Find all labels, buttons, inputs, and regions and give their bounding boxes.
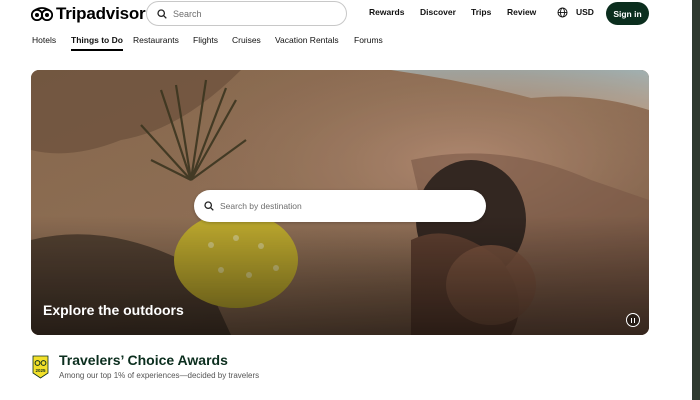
- nav-review[interactable]: Review: [507, 7, 536, 17]
- hero-banner: Explore the outdoors: [31, 70, 649, 335]
- tab-things-to-do[interactable]: Things to Do: [71, 35, 123, 51]
- awards-title: Travelers’ Choice Awards: [59, 352, 228, 368]
- search-icon: [157, 8, 167, 19]
- travelers-choice-badge-icon: 2025: [32, 355, 49, 379]
- tab-hotels[interactable]: Hotels: [32, 35, 56, 45]
- sign-in-button[interactable]: Sign in: [606, 2, 649, 25]
- nav-trips[interactable]: Trips: [471, 7, 491, 17]
- search-icon: [204, 201, 214, 211]
- logo-text: Tripadvisor: [56, 4, 146, 23]
- page: Tripadvisor Rewards Discover Trips Revie…: [0, 0, 700, 400]
- tripadvisor-logo[interactable]: Tripadvisor: [31, 4, 146, 24]
- nav-discover[interactable]: Discover: [420, 7, 456, 17]
- tab-forums[interactable]: Forums: [354, 35, 383, 45]
- globe-icon[interactable]: [557, 7, 568, 18]
- owl-logo-icon: [31, 7, 53, 21]
- nav-rewards[interactable]: Rewards: [369, 7, 404, 17]
- destination-search-input[interactable]: [220, 201, 460, 211]
- tab-vacation-rentals[interactable]: Vacation Rentals: [275, 35, 339, 45]
- pause-icon[interactable]: [626, 313, 640, 327]
- currency-selector[interactable]: USD: [576, 7, 594, 17]
- header-search-input[interactable]: [173, 8, 333, 19]
- header-search-box[interactable]: [146, 1, 347, 26]
- tab-cruises[interactable]: Cruises: [232, 35, 261, 45]
- pause-bar-left: [630, 317, 633, 323]
- awards-subtitle: Among our top 1% of experiences—decided …: [59, 371, 260, 380]
- destination-search-box[interactable]: [194, 190, 486, 222]
- hero-title: Explore the outdoors: [43, 302, 184, 318]
- svg-text:2025: 2025: [35, 368, 46, 373]
- top-header: Tripadvisor Rewards Discover Trips Revie…: [0, 0, 700, 28]
- tab-restaurants[interactable]: Restaurants: [133, 35, 179, 45]
- window-edge: [692, 0, 700, 400]
- pause-bar-right: [633, 317, 636, 323]
- tab-flights[interactable]: Flights: [193, 35, 218, 45]
